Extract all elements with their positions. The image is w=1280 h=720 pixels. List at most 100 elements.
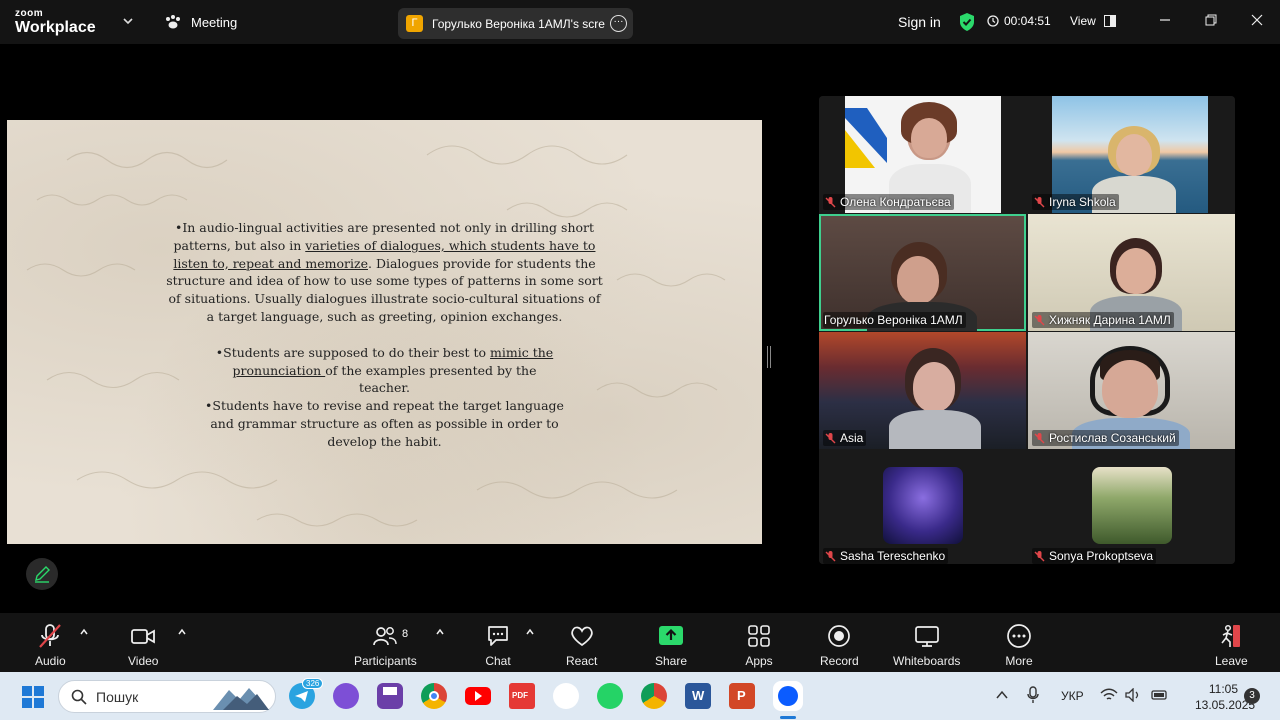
audio-button[interactable]: Audio bbox=[35, 623, 66, 668]
share-screen-icon bbox=[659, 626, 684, 645]
video-button[interactable]: Video bbox=[128, 623, 158, 668]
sign-in-button[interactable]: Sign in bbox=[898, 14, 941, 30]
whatsapp-icon[interactable] bbox=[597, 683, 623, 709]
zoom-taskbar-icon[interactable] bbox=[773, 681, 803, 711]
google-app-icon[interactable] bbox=[553, 683, 579, 709]
share-button[interactable]: Share bbox=[655, 623, 687, 668]
taskbar-search[interactable]: Пошук bbox=[58, 680, 276, 713]
chevron-down-icon[interactable] bbox=[121, 14, 135, 28]
pencil-icon bbox=[35, 566, 50, 583]
shield-check-icon[interactable] bbox=[958, 12, 976, 32]
record-button[interactable]: Record bbox=[820, 623, 859, 668]
youtube-icon[interactable] bbox=[465, 687, 491, 705]
mic-off-icon bbox=[1034, 432, 1045, 443]
wifi-icon[interactable] bbox=[1100, 688, 1118, 702]
chat-icon bbox=[488, 626, 508, 646]
video-tile[interactable]: Олена Кондратьєва bbox=[819, 96, 1026, 213]
system-clock[interactable]: 11:05 13.05.2025 bbox=[1195, 681, 1255, 713]
name-text: Iryna Shkola bbox=[1049, 195, 1116, 209]
telegram-badge: 326 bbox=[302, 678, 324, 689]
sharer-avatar: Г bbox=[406, 15, 423, 32]
pdf-reader-icon[interactable]: PDF bbox=[509, 683, 535, 709]
restore-icon[interactable] bbox=[1203, 12, 1219, 28]
audio-label: Audio bbox=[35, 654, 66, 668]
powerpoint-icon[interactable]: P bbox=[729, 683, 755, 709]
powerpoint-glyph: P bbox=[737, 688, 746, 703]
video-camera-icon bbox=[131, 629, 156, 644]
participant-name: Iryna Shkola bbox=[1032, 194, 1119, 210]
react-label: React bbox=[566, 654, 598, 668]
participant-name: Asia bbox=[823, 430, 867, 446]
zoom-window: zoom Workplace Meeting Г Горулько Вероні… bbox=[0, 0, 1280, 720]
leave-button[interactable]: Leave bbox=[1215, 623, 1248, 668]
screen-share-indicator[interactable]: Г Горулько Вероніка 1АМЛ's scre ··· bbox=[398, 8, 633, 39]
logo-bottom-text: Workplace bbox=[15, 19, 96, 36]
active-app-indicator bbox=[780, 716, 796, 719]
name-text: Горулько Вероніка 1АМЛ bbox=[824, 313, 963, 327]
video-tile[interactable]: Iryna Shkola bbox=[1028, 96, 1235, 213]
chat-button[interactable]: Chat bbox=[484, 623, 512, 668]
video-options-chevron-icon[interactable] bbox=[177, 627, 187, 637]
minimize-icon[interactable] bbox=[1157, 12, 1173, 28]
name-text: Sonya Prokoptseva bbox=[1049, 549, 1154, 563]
view-label: View bbox=[1070, 14, 1096, 28]
p2-text: •Students are supposed to do their best … bbox=[215, 344, 491, 360]
mic-off-icon bbox=[39, 624, 62, 648]
p2-text-end: of the examples presented by the teacher… bbox=[325, 362, 537, 396]
video-tile[interactable]: Хижняк Дарина 1АМЛ bbox=[1028, 214, 1235, 331]
windows-start-icon[interactable] bbox=[22, 686, 44, 708]
resize-handle[interactable] bbox=[767, 346, 771, 368]
telegram-icon[interactable]: 326 bbox=[289, 678, 324, 709]
word-glyph: W bbox=[692, 688, 705, 703]
zoom-logo: zoom Workplace bbox=[15, 9, 96, 36]
chat-options-chevron-icon[interactable] bbox=[525, 627, 535, 637]
battery-icon[interactable] bbox=[1149, 688, 1169, 702]
video-tile[interactable]: Ростислав Созанський bbox=[1028, 332, 1235, 449]
video-label: Video bbox=[128, 654, 159, 668]
participants-options-chevron-icon[interactable] bbox=[435, 627, 445, 637]
video-tile[interactable]: Asia bbox=[819, 332, 1026, 449]
whiteboards-button[interactable]: Whiteboards bbox=[893, 623, 960, 668]
shared-screen-slide: •In audio-lingual activities are present… bbox=[7, 120, 762, 544]
meeting-timer: 00:04:51 bbox=[987, 14, 1051, 28]
chevron-up-icon[interactable] bbox=[995, 689, 1009, 701]
share-title: Горулько Вероніка 1АМЛ's scre bbox=[432, 16, 605, 31]
word-icon[interactable]: W bbox=[685, 683, 711, 709]
chrome-profile-icon[interactable] bbox=[641, 683, 667, 709]
timer-text: 00:04:51 bbox=[1004, 14, 1051, 28]
more-button[interactable]: More bbox=[1005, 623, 1033, 668]
chrome-icon[interactable] bbox=[421, 683, 447, 709]
record-label: Record bbox=[820, 654, 859, 668]
meeting-label: Meeting bbox=[191, 14, 238, 30]
apps-label: Apps bbox=[745, 654, 773, 668]
view-button[interactable]: View bbox=[1070, 14, 1116, 28]
video-tile-active-speaker[interactable]: Горулько Вероніка 1АМЛ bbox=[819, 214, 1026, 331]
volume-icon[interactable] bbox=[1125, 688, 1141, 702]
apps-button[interactable]: Apps bbox=[745, 623, 773, 668]
audio-options-chevron-icon[interactable] bbox=[79, 627, 89, 637]
share-label: Share bbox=[655, 654, 688, 668]
slide-paragraph-2: •Students are supposed to do their best … bbox=[215, 344, 555, 397]
participant-name: Горулько Вероніка 1АМЛ bbox=[823, 312, 966, 328]
meeting-info-button[interactable]: Meeting bbox=[164, 14, 237, 30]
video-tile[interactable]: Sonya Prokoptseva bbox=[1028, 450, 1235, 564]
microphone-icon[interactable] bbox=[1027, 686, 1039, 704]
save-app-icon[interactable] bbox=[377, 683, 403, 709]
face bbox=[913, 362, 955, 412]
mic-off-icon bbox=[825, 432, 836, 443]
more-options-icon[interactable]: ··· bbox=[610, 15, 627, 32]
avatar bbox=[883, 467, 963, 544]
react-button[interactable]: React bbox=[566, 623, 597, 668]
close-icon[interactable] bbox=[1249, 12, 1265, 28]
whiteboard-icon bbox=[914, 626, 939, 647]
notification-badge[interactable]: 3 bbox=[1244, 688, 1260, 704]
participants-label: Participants bbox=[354, 654, 417, 668]
participants-icon bbox=[373, 627, 398, 646]
annotate-button[interactable] bbox=[26, 558, 58, 590]
search-placeholder: Пошук bbox=[96, 688, 139, 705]
language-indicator[interactable]: УКР bbox=[1061, 689, 1084, 703]
clock-time: 11:05 bbox=[1208, 682, 1238, 696]
video-tile[interactable]: Sasha Tereschenko bbox=[819, 450, 1026, 564]
viber-icon[interactable] bbox=[333, 683, 359, 709]
slide-paragraph-3: •Students have to revise and repeat the … bbox=[205, 398, 564, 449]
